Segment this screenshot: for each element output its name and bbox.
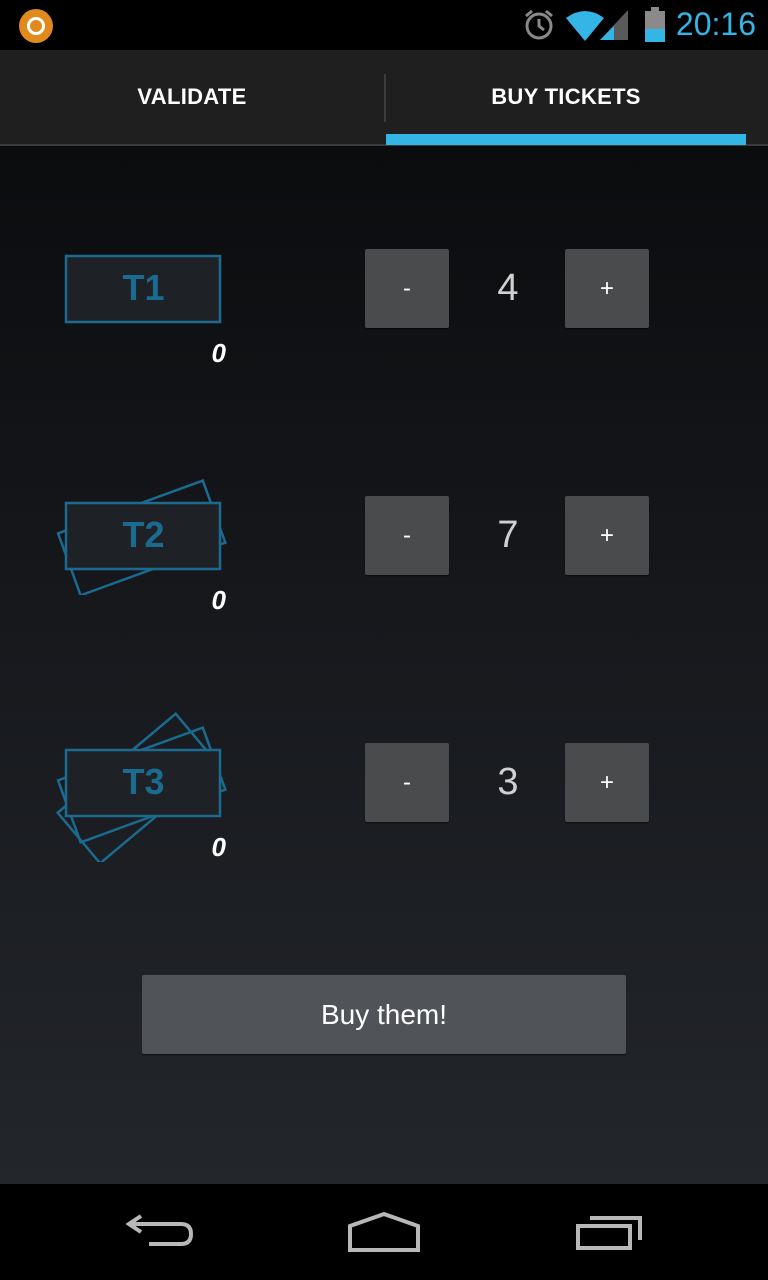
- battery-icon: [645, 7, 665, 42]
- ticket-row-t2: T2 0 - 7 +: [0, 393, 768, 615]
- status-bar: 20:16: [0, 0, 768, 50]
- selected-tab-indicator: [386, 134, 746, 145]
- app-notification-icon: [19, 9, 53, 43]
- quantity-value: 7: [497, 514, 519, 556]
- increase-button[interactable]: +: [565, 249, 649, 328]
- tab-bar: VALIDATE BUY TICKETS: [0, 50, 768, 146]
- recent-apps-icon: [576, 1216, 642, 1250]
- alarm-icon: [525, 9, 553, 40]
- back-icon: [125, 1214, 194, 1246]
- buy-tickets-panel: T1 0 - 4 + T2 0 - 7 + T3 0 - 3 + Buy the…: [0, 146, 768, 1184]
- double-ticket-icon: [56, 479, 227, 595]
- buy-button[interactable]: Buy them!: [142, 975, 626, 1054]
- status-clock: 20:16: [675, 6, 756, 42]
- tab-buy-tickets[interactable]: BUY TICKETS: [386, 50, 746, 144]
- owned-count: 0: [211, 832, 226, 862]
- owned-count: 0: [211, 338, 226, 368]
- quantity-value: 3: [497, 761, 519, 803]
- decrease-button[interactable]: -: [365, 249, 449, 328]
- tab-validate[interactable]: VALIDATE: [0, 50, 384, 144]
- ticket-row-t1: T1 0 - 4 +: [0, 146, 768, 368]
- navigation-bar: [0, 1184, 768, 1280]
- decrease-button[interactable]: -: [365, 743, 449, 822]
- quantity-value: 4: [497, 267, 519, 309]
- decrease-button[interactable]: -: [365, 496, 449, 575]
- back-button[interactable]: [110, 1202, 210, 1262]
- home-button[interactable]: [334, 1202, 434, 1262]
- cell-signal-icon: [600, 10, 628, 40]
- increase-button[interactable]: +: [565, 496, 649, 575]
- increase-button[interactable]: +: [565, 743, 649, 822]
- home-icon: [348, 1211, 420, 1252]
- ticket-row-t3: T3 0 - 3 +: [0, 640, 768, 862]
- recent-apps-button[interactable]: [560, 1202, 660, 1262]
- owned-count: 0: [211, 585, 226, 615]
